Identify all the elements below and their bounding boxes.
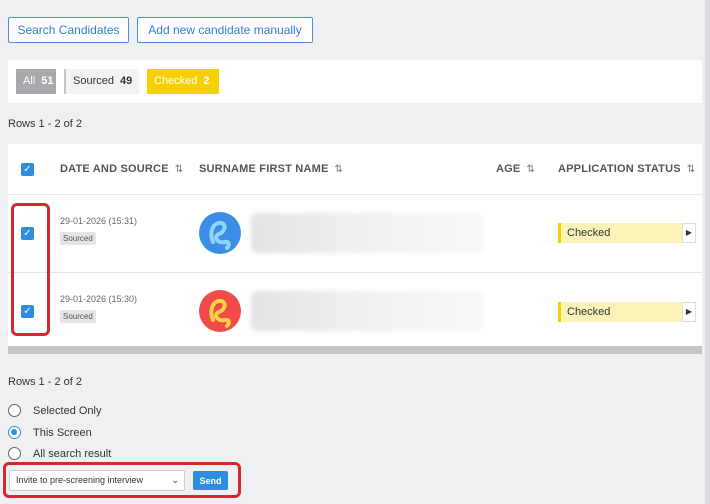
scope-radio-this-screen[interactable] xyxy=(8,426,21,439)
row-divider xyxy=(8,272,702,273)
column-date-source-label: DATE AND SOURCE xyxy=(60,163,169,175)
column-date-source[interactable]: DATE AND SOURCE ⇅ xyxy=(60,163,183,175)
select-all-checkbox[interactable]: ✓ xyxy=(21,163,34,176)
filter-all-count: 51 xyxy=(41,75,54,87)
source-badge: Sourced xyxy=(60,310,96,323)
filter-sourced-count: 49 xyxy=(119,75,133,87)
row-date: 29-01-2026 (15:30) xyxy=(60,294,138,304)
scope-label-this-screen: This Screen xyxy=(33,427,92,439)
source-badge: Sourced xyxy=(60,232,96,245)
filter-all-label: All xyxy=(23,75,36,87)
status-label: Checked xyxy=(567,227,611,239)
highlight-row-checkboxes xyxy=(11,203,50,336)
application-status-select[interactable]: Checked ▶ xyxy=(558,223,696,243)
sort-icon[interactable]: ⇅ xyxy=(335,164,344,175)
scope-radio-all-results[interactable] xyxy=(8,447,21,460)
rows-info-top: Rows 1 - 2 of 2 xyxy=(8,118,82,130)
column-application-status[interactable]: APPLICATION STATUS ⇅ xyxy=(558,163,695,175)
rows-info-bottom: Rows 1 - 2 of 2 xyxy=(8,376,82,388)
application-status-select[interactable]: Checked ▶ xyxy=(558,302,696,322)
candidate-name-redacted[interactable] xyxy=(251,291,483,331)
column-name-label: SURNAME FIRST NAME xyxy=(199,163,329,175)
sort-icon[interactable]: ⇅ xyxy=(687,164,696,175)
filter-checked-label: Checked xyxy=(154,75,198,87)
horizontal-scrollbar[interactable] xyxy=(8,346,702,354)
filter-checked[interactable]: Checked 2 xyxy=(147,69,219,94)
candidate-avatar[interactable] xyxy=(199,290,241,332)
candidate-avatar[interactable] xyxy=(199,212,241,254)
sort-icon[interactable]: ⇅ xyxy=(175,164,184,175)
column-name[interactable]: SURNAME FIRST NAME ⇅ xyxy=(199,163,343,175)
sort-icon[interactable]: ⇅ xyxy=(526,164,535,175)
candidate-name-redacted[interactable] xyxy=(251,213,483,253)
scope-label-all-results: All search result xyxy=(33,448,112,460)
add-candidate-button[interactable]: Add new candidate manually xyxy=(137,17,313,43)
row-date: 29-01-2026 (15:31) xyxy=(60,216,138,226)
scope-label-selected-only: Selected Only xyxy=(33,405,102,417)
column-status-label: APPLICATION STATUS xyxy=(558,163,681,175)
row-divider xyxy=(8,194,702,195)
page-edge xyxy=(705,0,710,504)
caret-right-icon[interactable]: ▶ xyxy=(682,223,696,243)
filter-sourced[interactable]: Sourced 49 xyxy=(64,69,139,94)
search-candidates-button[interactable]: Search Candidates xyxy=(8,17,129,43)
column-age[interactable]: AGE ⇅ xyxy=(496,163,535,175)
avatar-squiggle-icon xyxy=(209,298,231,328)
caret-right-icon[interactable]: ▶ xyxy=(682,302,696,322)
scope-radio-selected-only[interactable] xyxy=(8,404,21,417)
filter-sourced-label: Sourced xyxy=(73,75,114,87)
highlight-action-controls xyxy=(3,462,241,498)
filter-checked-count: 2 xyxy=(203,75,210,87)
status-filter-bar: All 51 Sourced 49 Checked 2 xyxy=(8,60,702,103)
status-label: Checked xyxy=(567,306,611,318)
candidates-table: ✓ DATE AND SOURCE ⇅ SURNAME FIRST NAME ⇅ A… xyxy=(8,144,702,354)
column-age-label: AGE xyxy=(496,163,521,175)
filter-all[interactable]: All 51 xyxy=(16,69,56,94)
avatar-squiggle-icon xyxy=(209,220,231,250)
